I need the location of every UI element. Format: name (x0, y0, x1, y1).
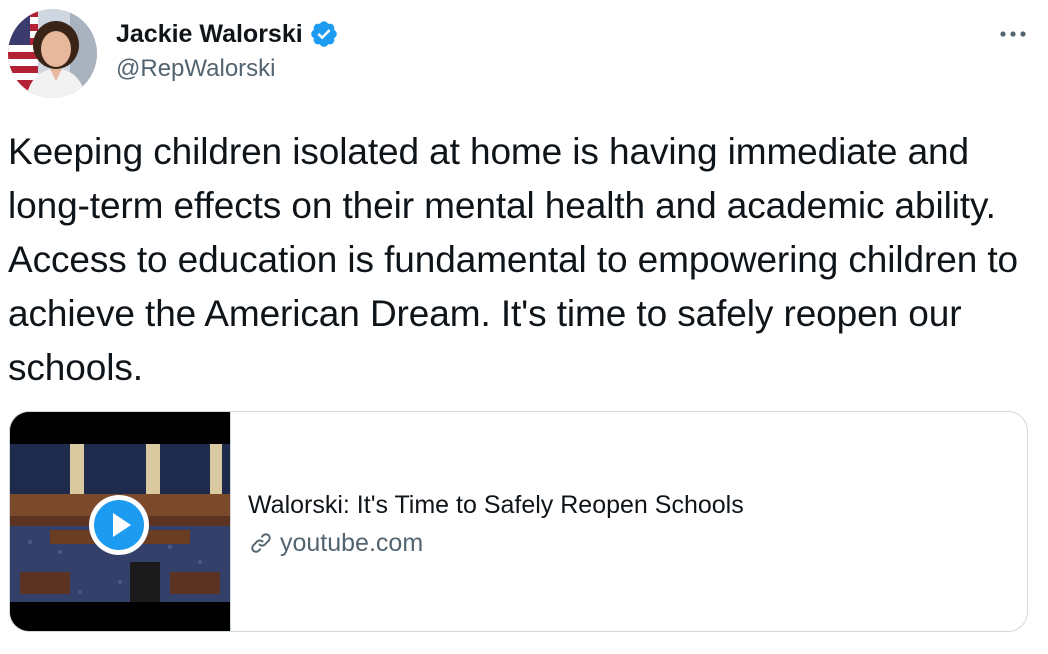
card-domain-row[interactable]: youtube.com (248, 527, 423, 559)
card-domain: youtube.com (280, 529, 424, 557)
author-handle[interactable]: @RepWalorski (116, 54, 276, 84)
link-icon (251, 533, 271, 553)
card-thumbnail[interactable] (10, 412, 231, 631)
avatar[interactable] (8, 9, 97, 98)
author-name-row[interactable]: Jackie Walorski (116, 18, 339, 50)
link-card[interactable]: Walorski: It's Time to Safely Reopen Sch… (9, 411, 1028, 632)
tweet-text: Keeping children isolated at home is hav… (8, 131, 1019, 388)
author-name[interactable]: Jackie Walorski (116, 18, 303, 50)
avatar-image (8, 9, 97, 98)
verified-badge-icon (310, 21, 337, 47)
play-icon[interactable] (88, 494, 150, 556)
card-title[interactable]: Walorski: It's Time to Safely Reopen Sch… (248, 489, 744, 521)
more-options-icon[interactable] (997, 24, 1029, 44)
